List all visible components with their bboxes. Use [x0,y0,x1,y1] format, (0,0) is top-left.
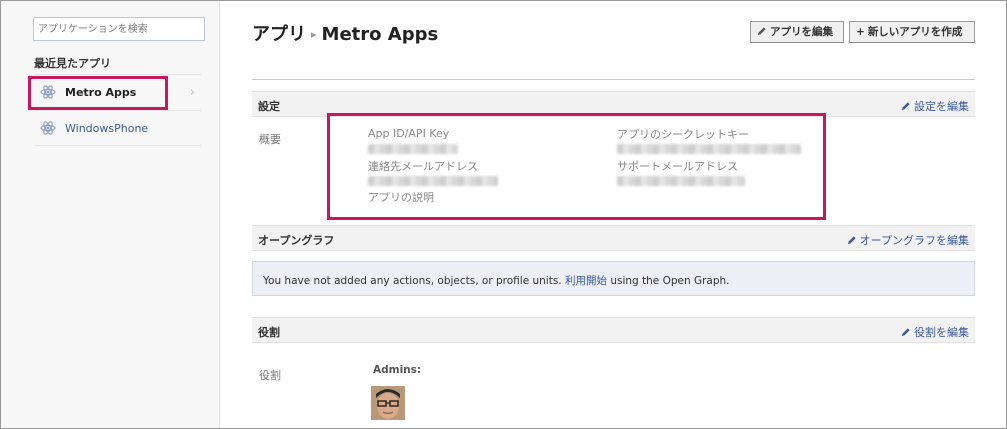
sidebar-item-windowsphone[interactable]: WindowsPhone [34,110,201,146]
roles-row-label: 役割 [259,369,281,382]
page-title: アプリ ▸ Metro Apps [252,20,438,46]
pencil-icon [902,102,910,110]
admin-avatar[interactable] [371,386,405,420]
plus-icon: + [856,26,865,38]
open-graph-notice: You have not added any actions, objects,… [252,261,975,296]
edit-app-button-label: アプリを編集 [770,26,833,38]
highlight-box-settings [327,113,826,220]
open-graph-message-text: You have not added any actions, objects,… [263,275,565,287]
edit-roles-link[interactable]: 役割を編集 [901,324,969,340]
edit-settings-link-label: 設定を編集 [914,100,969,113]
create-new-app-button[interactable]: + 新しいアプリを作成 [849,21,975,43]
edit-open-graph-link[interactable]: オープングラフを編集 [847,232,969,248]
create-new-app-button-label: 新しいアプリを作成 [867,26,963,38]
get-started-link[interactable]: 利用開始 [565,275,607,287]
pencil-icon [902,328,910,336]
header-divider [252,79,975,80]
settings-section-title: 設定 [258,100,280,113]
pencil-icon [758,27,766,35]
overview-label: 概要 [259,133,281,146]
open-graph-message-suffix: using the Open Graph. [606,275,730,287]
atom-icon [40,121,56,135]
recent-apps-title: 最近見たアプリ [34,57,111,70]
pencil-icon [847,236,856,244]
open-graph-section-title: オープングラフ [258,234,335,247]
admins-label: Admins: [373,364,422,376]
roles-section-header: 役割 役割を編集 [252,317,975,343]
breadcrumb-apps[interactable]: アプリ [252,24,306,45]
edit-open-graph-link-label: オープングラフを編集 [859,234,969,247]
breadcrumb-app-name: Metro Apps [321,24,439,45]
breadcrumb-separator-icon: ▸ [311,28,317,41]
search-apps-input[interactable] [33,17,205,41]
edit-roles-link-label: 役割を編集 [914,326,969,339]
open-graph-section-header: オープングラフ オープングラフを編集 [252,225,975,251]
sidebar-item-label: WindowsPhone [65,122,149,135]
admin-avatar-photo [371,386,405,420]
open-graph-message: You have not added any actions, objects,… [263,273,730,288]
edit-app-button[interactable]: アプリを編集 [750,21,844,43]
roles-section-title: 役割 [258,326,280,339]
edit-settings-link[interactable]: 設定を編集 [901,98,969,114]
highlight-box-sidebar [28,76,168,110]
chevron-right-icon: › [189,85,195,100]
